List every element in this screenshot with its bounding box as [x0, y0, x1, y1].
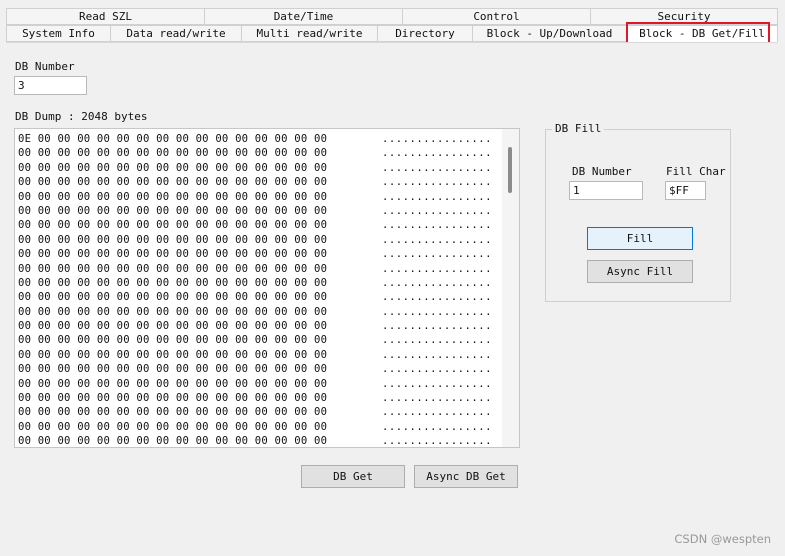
db-number-input[interactable]: 3 [14, 76, 87, 95]
dump-line: 00 00 00 00 00 00 00 00 00 00 00 00 00 0… [18, 362, 503, 376]
dump-line-ascii: ................ [382, 219, 493, 232]
dump-line-hex: 00 00 00 00 00 00 00 00 00 00 00 00 00 0… [18, 291, 328, 304]
dump-line-ascii: ................ [382, 377, 493, 390]
watermark: CSDN @wespten [674, 532, 771, 546]
dump-line-ascii: ................ [382, 305, 493, 318]
dump-line: 00 00 00 00 00 00 00 00 00 00 00 00 00 0… [18, 247, 503, 261]
fill-db-number-label: DB Number [572, 165, 632, 178]
dump-line-hex: 00 00 00 00 00 00 00 00 00 00 00 00 00 0… [18, 377, 328, 390]
dump-line: 00 00 00 00 00 00 00 00 00 00 00 00 00 0… [18, 434, 503, 448]
tab-row-bottom: System Info Data read/write Multi read/w… [6, 25, 778, 42]
dump-line-ascii: ................ [382, 334, 493, 347]
dump-line-ascii: ................ [382, 204, 493, 217]
dump-line-hex: 00 00 00 00 00 00 00 00 00 00 00 00 00 0… [18, 435, 328, 448]
dump-line: 00 00 00 00 00 00 00 00 00 00 00 00 00 0… [18, 391, 503, 405]
dump-line-hex: 00 00 00 00 00 00 00 00 00 00 00 00 00 0… [18, 348, 328, 361]
dump-line-ascii: ................ [382, 176, 493, 189]
dump-line-ascii: ................ [382, 133, 493, 145]
dump-line-hex: 00 00 00 00 00 00 00 00 00 00 00 00 00 0… [18, 392, 328, 405]
tab-block-up-download[interactable]: Block - Up/Download [472, 25, 626, 42]
dump-line: 00 00 00 00 00 00 00 00 00 00 00 00 00 0… [18, 204, 503, 218]
dump-line-ascii: ................ [382, 233, 493, 246]
tab-directory[interactable]: Directory [377, 25, 472, 42]
dump-vertical-scrollbar[interactable] [502, 129, 519, 447]
db-dump-textarea[interactable]: 0E 00 00 00 00 00 00 00 00 00 00 00 00 0… [14, 128, 520, 448]
dump-line: 00 00 00 00 00 00 00 00 00 00 00 00 00 0… [18, 405, 503, 419]
dump-line: 00 00 00 00 00 00 00 00 00 00 00 00 00 0… [18, 276, 503, 290]
dump-line-hex: 00 00 00 00 00 00 00 00 00 00 00 00 00 0… [18, 334, 328, 347]
fill-char-label: Fill Char [666, 165, 726, 178]
dump-line: 00 00 00 00 00 00 00 00 00 00 00 00 00 0… [18, 420, 503, 434]
tab-read-szl[interactable]: Read SZL [6, 8, 204, 25]
dump-line-hex: 00 00 00 00 00 00 00 00 00 00 00 00 00 0… [18, 219, 328, 232]
dump-line-hex: 00 00 00 00 00 00 00 00 00 00 00 00 00 0… [18, 190, 328, 203]
dump-line-hex: 00 00 00 00 00 00 00 00 00 00 00 00 00 0… [18, 233, 328, 246]
dump-line: 00 00 00 00 00 00 00 00 00 00 00 00 00 0… [18, 377, 503, 391]
dump-line-ascii: ................ [382, 392, 493, 405]
dump-line-hex: 00 00 00 00 00 00 00 00 00 00 00 00 00 0… [18, 320, 328, 333]
dump-line-hex: 00 00 00 00 00 00 00 00 00 00 00 00 00 0… [18, 406, 328, 419]
dump-line: 00 00 00 00 00 00 00 00 00 00 00 00 00 0… [18, 333, 503, 347]
dump-line-ascii: ................ [382, 406, 493, 419]
fill-db-number-input[interactable]: 1 [569, 181, 643, 200]
dump-line: 0E 00 00 00 00 00 00 00 00 00 00 00 00 0… [18, 132, 503, 146]
dump-line-ascii: ................ [382, 420, 493, 433]
dump-line-ascii: ................ [382, 147, 493, 160]
db-get-button[interactable]: DB Get [301, 465, 405, 488]
tab-system-info[interactable]: System Info [6, 25, 110, 42]
fill-button[interactable]: Fill [587, 227, 693, 250]
tab-data-read-write[interactable]: Data read/write [110, 25, 241, 42]
db-dump-label: DB Dump : 2048 bytes [15, 110, 148, 123]
async-fill-button[interactable]: Async Fill [587, 260, 693, 283]
async-db-get-button[interactable]: Async DB Get [414, 465, 518, 488]
dump-line-hex: 00 00 00 00 00 00 00 00 00 00 00 00 00 0… [18, 363, 328, 376]
dump-line: 00 00 00 00 00 00 00 00 00 00 00 00 00 0… [18, 175, 503, 189]
fill-char-input[interactable]: $FF [665, 181, 706, 200]
dump-line: 00 00 00 00 00 00 00 00 00 00 00 00 00 0… [18, 262, 503, 276]
dump-line: 00 00 00 00 00 00 00 00 00 00 00 00 00 0… [18, 146, 503, 160]
tab-block-db-get-fill[interactable]: Block - DB Get/Fill [626, 25, 778, 42]
dump-line-ascii: ................ [382, 190, 493, 203]
dump-line-ascii: ................ [382, 348, 493, 361]
dump-line-ascii: ................ [382, 161, 493, 174]
db-number-label: DB Number [15, 60, 75, 73]
dump-scroll-thumb[interactable] [508, 147, 512, 193]
dump-line-ascii: ................ [382, 248, 493, 261]
dump-line-ascii: ................ [382, 276, 493, 289]
tab-multi-read-write[interactable]: Multi read/write [241, 25, 377, 42]
tab-security[interactable]: Security [590, 8, 778, 25]
dump-line-ascii: ................ [382, 363, 493, 376]
dump-line-hex: 00 00 00 00 00 00 00 00 00 00 00 00 00 0… [18, 161, 328, 174]
tab-date-time[interactable]: Date/Time [204, 8, 402, 25]
tab-row-top: Read SZL Date/Time Control Security [6, 8, 778, 25]
dump-line-hex: 00 00 00 00 00 00 00 00 00 00 00 00 00 0… [18, 248, 328, 261]
db-fill-group-title: DB Fill [552, 122, 605, 135]
dump-line-hex: 00 00 00 00 00 00 00 00 00 00 00 00 00 0… [18, 305, 328, 318]
dump-line-ascii: ................ [382, 291, 493, 304]
dump-line: 00 00 00 00 00 00 00 00 00 00 00 00 00 0… [18, 305, 503, 319]
dump-line-hex: 00 00 00 00 00 00 00 00 00 00 00 00 00 0… [18, 147, 328, 160]
dump-line-ascii: ................ [382, 262, 493, 275]
dump-line-hex: 00 00 00 00 00 00 00 00 00 00 00 00 00 0… [18, 420, 328, 433]
dump-line-hex: 00 00 00 00 00 00 00 00 00 00 00 00 00 0… [18, 176, 328, 189]
dump-line-ascii: ................ [382, 320, 493, 333]
dump-line-hex: 00 00 00 00 00 00 00 00 00 00 00 00 00 0… [18, 262, 328, 275]
dump-line: 00 00 00 00 00 00 00 00 00 00 00 00 00 0… [18, 218, 503, 232]
dump-line-hex: 0E 00 00 00 00 00 00 00 00 00 00 00 00 0… [18, 133, 328, 145]
dump-line: 00 00 00 00 00 00 00 00 00 00 00 00 00 0… [18, 319, 503, 333]
dump-line: 00 00 00 00 00 00 00 00 00 00 00 00 00 0… [18, 290, 503, 304]
db-dump-lines: 0E 00 00 00 00 00 00 00 00 00 00 00 00 0… [18, 132, 503, 448]
dump-line-ascii: ................ [382, 435, 493, 448]
dump-line-hex: 00 00 00 00 00 00 00 00 00 00 00 00 00 0… [18, 204, 328, 217]
dump-line: 00 00 00 00 00 00 00 00 00 00 00 00 00 0… [18, 161, 503, 175]
dump-line: 00 00 00 00 00 00 00 00 00 00 00 00 00 0… [18, 190, 503, 204]
dump-line-hex: 00 00 00 00 00 00 00 00 00 00 00 00 00 0… [18, 276, 328, 289]
dump-line: 00 00 00 00 00 00 00 00 00 00 00 00 00 0… [18, 348, 503, 362]
tab-control[interactable]: Control [402, 8, 590, 25]
dump-line: 00 00 00 00 00 00 00 00 00 00 00 00 00 0… [18, 233, 503, 247]
